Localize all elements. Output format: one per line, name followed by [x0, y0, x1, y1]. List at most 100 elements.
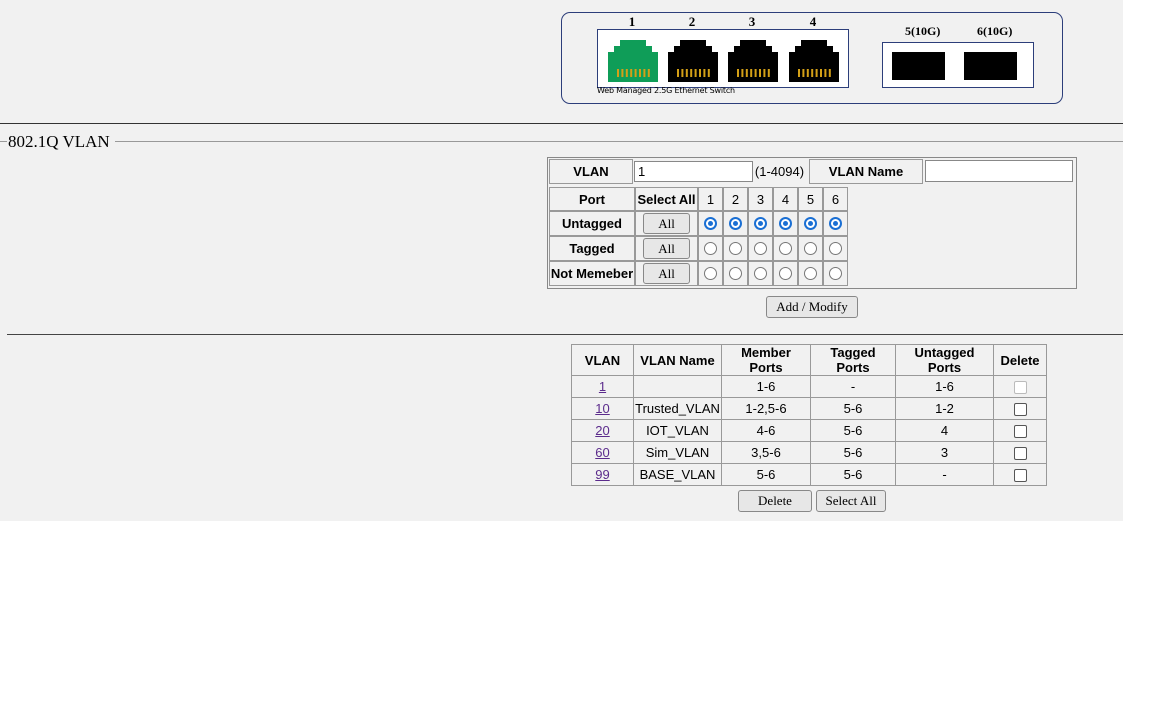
- col-header-member-ports: Member Ports: [721, 344, 811, 376]
- delete-cell: [993, 397, 1047, 420]
- delete-cell: [993, 375, 1047, 398]
- port-1-tagged-radio[interactable]: [704, 242, 717, 255]
- port-header: Port: [549, 187, 635, 211]
- vlan-name-cell: Trusted_VLAN: [633, 397, 722, 420]
- col-header-untagged-ports: Untagged Ports: [895, 344, 994, 376]
- vlan-link[interactable]: 20: [595, 423, 609, 438]
- row-label-untagged: Untagged: [549, 211, 635, 236]
- select-all-tagged-button[interactable]: All: [643, 238, 690, 259]
- untagged-ports-cell: 4: [895, 419, 994, 442]
- port-number-label: 4: [809, 14, 817, 29]
- fieldset-border-left: [0, 141, 7, 142]
- port-column-header: 6: [823, 187, 848, 211]
- port-radio-cell: [823, 236, 848, 261]
- sfp-port-6: [964, 52, 1017, 80]
- vlan-range-hint: (1-4094): [754, 164, 805, 179]
- delete-checkbox[interactable]: [1013, 447, 1027, 461]
- vlan-name-cell: [633, 375, 722, 398]
- table-row: 60 Sim_VLAN 3,5-6 5-6 3: [571, 441, 1047, 464]
- fieldset-border-right: [115, 141, 1123, 142]
- delete-checkbox: [1013, 381, 1027, 395]
- delete-button[interactable]: Delete: [738, 490, 812, 512]
- port-6-tagged-radio[interactable]: [829, 242, 842, 255]
- port-4-tagged-radio[interactable]: [779, 242, 792, 255]
- untagged-ports-cell: 1-2: [895, 397, 994, 420]
- delete-cell: [993, 441, 1047, 464]
- port-radio-cell: [698, 211, 723, 236]
- vlan-id-input[interactable]: [634, 161, 753, 182]
- port-3-not-member-radio[interactable]: [754, 267, 767, 280]
- port-3-tagged-radio[interactable]: [754, 242, 767, 255]
- select-all-untagged-button[interactable]: All: [643, 213, 690, 234]
- port-radio-cell: [723, 261, 748, 286]
- port-radio-cell: [798, 261, 823, 286]
- vlan-list-table: VLAN VLAN Name Member Ports Tagged Ports…: [571, 344, 1047, 486]
- port-radio-cell: [748, 211, 773, 236]
- divider: [0, 123, 1123, 124]
- sfp-port-number-label: 6(10G): [977, 24, 1013, 38]
- port-6-not-member-radio[interactable]: [829, 267, 842, 280]
- port-radio-cell: [723, 211, 748, 236]
- port-5-tagged-radio[interactable]: [804, 242, 817, 255]
- vlan-id-label: VLAN: [549, 159, 633, 184]
- vlan-link[interactable]: 60: [595, 445, 609, 460]
- tagged-ports-cell: -: [810, 375, 896, 398]
- rj45-port-1: [606, 38, 660, 82]
- vlan-name-cell: BASE_VLAN: [633, 463, 722, 486]
- port-radio-cell: [823, 261, 848, 286]
- section-title: 802.1Q VLAN: [8, 132, 110, 151]
- vlan-name-label: VLAN Name: [809, 159, 923, 184]
- port-2-tagged-radio[interactable]: [729, 242, 742, 255]
- table-row: 1 1-6-1-6: [571, 375, 1047, 398]
- port-1-untagged-radio[interactable]: [704, 217, 717, 230]
- vlan-link[interactable]: 10: [595, 401, 609, 416]
- rj45-port-2: [666, 38, 720, 82]
- col-header-vlan: VLAN: [571, 344, 634, 376]
- port-5-not-member-radio[interactable]: [804, 267, 817, 280]
- port-4-untagged-radio[interactable]: [779, 217, 792, 230]
- select-all-header: Select All: [635, 187, 698, 211]
- port-radio-cell: [748, 261, 773, 286]
- sfp-port-number-label: 5(10G): [905, 24, 941, 38]
- port-1-not-member-radio[interactable]: [704, 267, 717, 280]
- port-3-untagged-radio[interactable]: [754, 217, 767, 230]
- untagged-ports-cell: -: [895, 463, 994, 486]
- port-6-untagged-radio[interactable]: [829, 217, 842, 230]
- vlan-id-cell: 20: [571, 419, 634, 442]
- sfp-port-5: [892, 52, 945, 80]
- port-column-header: 5: [798, 187, 823, 211]
- delete-checkbox[interactable]: [1013, 403, 1027, 417]
- port-column-header: 2: [723, 187, 748, 211]
- port-5-untagged-radio[interactable]: [804, 217, 817, 230]
- delete-checkbox[interactable]: [1013, 469, 1027, 483]
- port-radio-cell: [773, 261, 798, 286]
- port-radio-cell: [773, 236, 798, 261]
- rj45-port-group: [597, 29, 849, 88]
- port-2-not-member-radio[interactable]: [729, 267, 742, 280]
- port-radio-cell: [698, 261, 723, 286]
- vlan-id-cell: 60: [571, 441, 634, 464]
- member-ports-cell: 5-6: [721, 463, 811, 486]
- vlan-name-cell: Sim_VLAN: [633, 441, 722, 464]
- select-all-not-member-button[interactable]: All: [643, 263, 690, 284]
- rj45-port-3: [726, 38, 780, 82]
- tagged-ports-cell: 5-6: [810, 463, 896, 486]
- vlan-link[interactable]: 1: [599, 379, 606, 394]
- untagged-ports-cell: 1-6: [895, 375, 994, 398]
- add-modify-button[interactable]: Add / Modify: [766, 296, 858, 318]
- port-radio-cell: [798, 211, 823, 236]
- member-ports-cell: 1-2,5-6: [721, 397, 811, 420]
- port-column-header: 4: [773, 187, 798, 211]
- divider: [7, 334, 1123, 335]
- select-all-button[interactable]: Select All: [816, 490, 886, 512]
- rj45-port-4: [787, 38, 841, 82]
- port-4-not-member-radio[interactable]: [779, 267, 792, 280]
- port-radio-cell: [798, 236, 823, 261]
- vlan-name-cell: IOT_VLAN: [633, 419, 722, 442]
- vlan-link[interactable]: 99: [595, 467, 609, 482]
- port-2-untagged-radio[interactable]: [729, 217, 742, 230]
- vlan-id-cell: 10: [571, 397, 634, 420]
- vlan-name-input[interactable]: [925, 160, 1073, 182]
- port-radio-cell: [823, 211, 848, 236]
- delete-checkbox[interactable]: [1013, 425, 1027, 439]
